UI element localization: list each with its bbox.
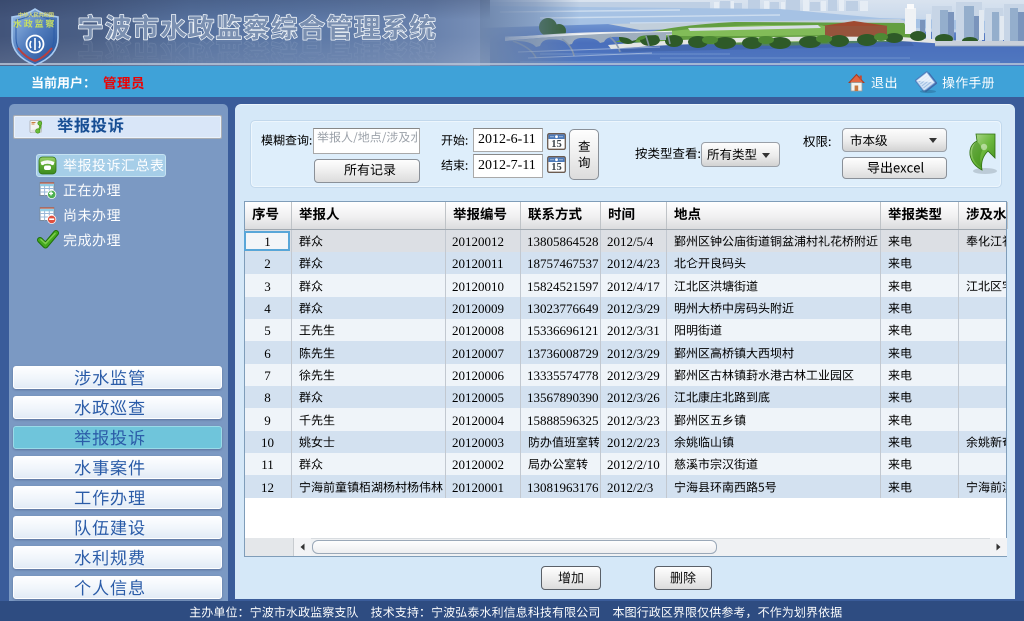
svg-text:15: 15: [551, 139, 562, 150]
svg-text:15: 15: [551, 162, 562, 173]
